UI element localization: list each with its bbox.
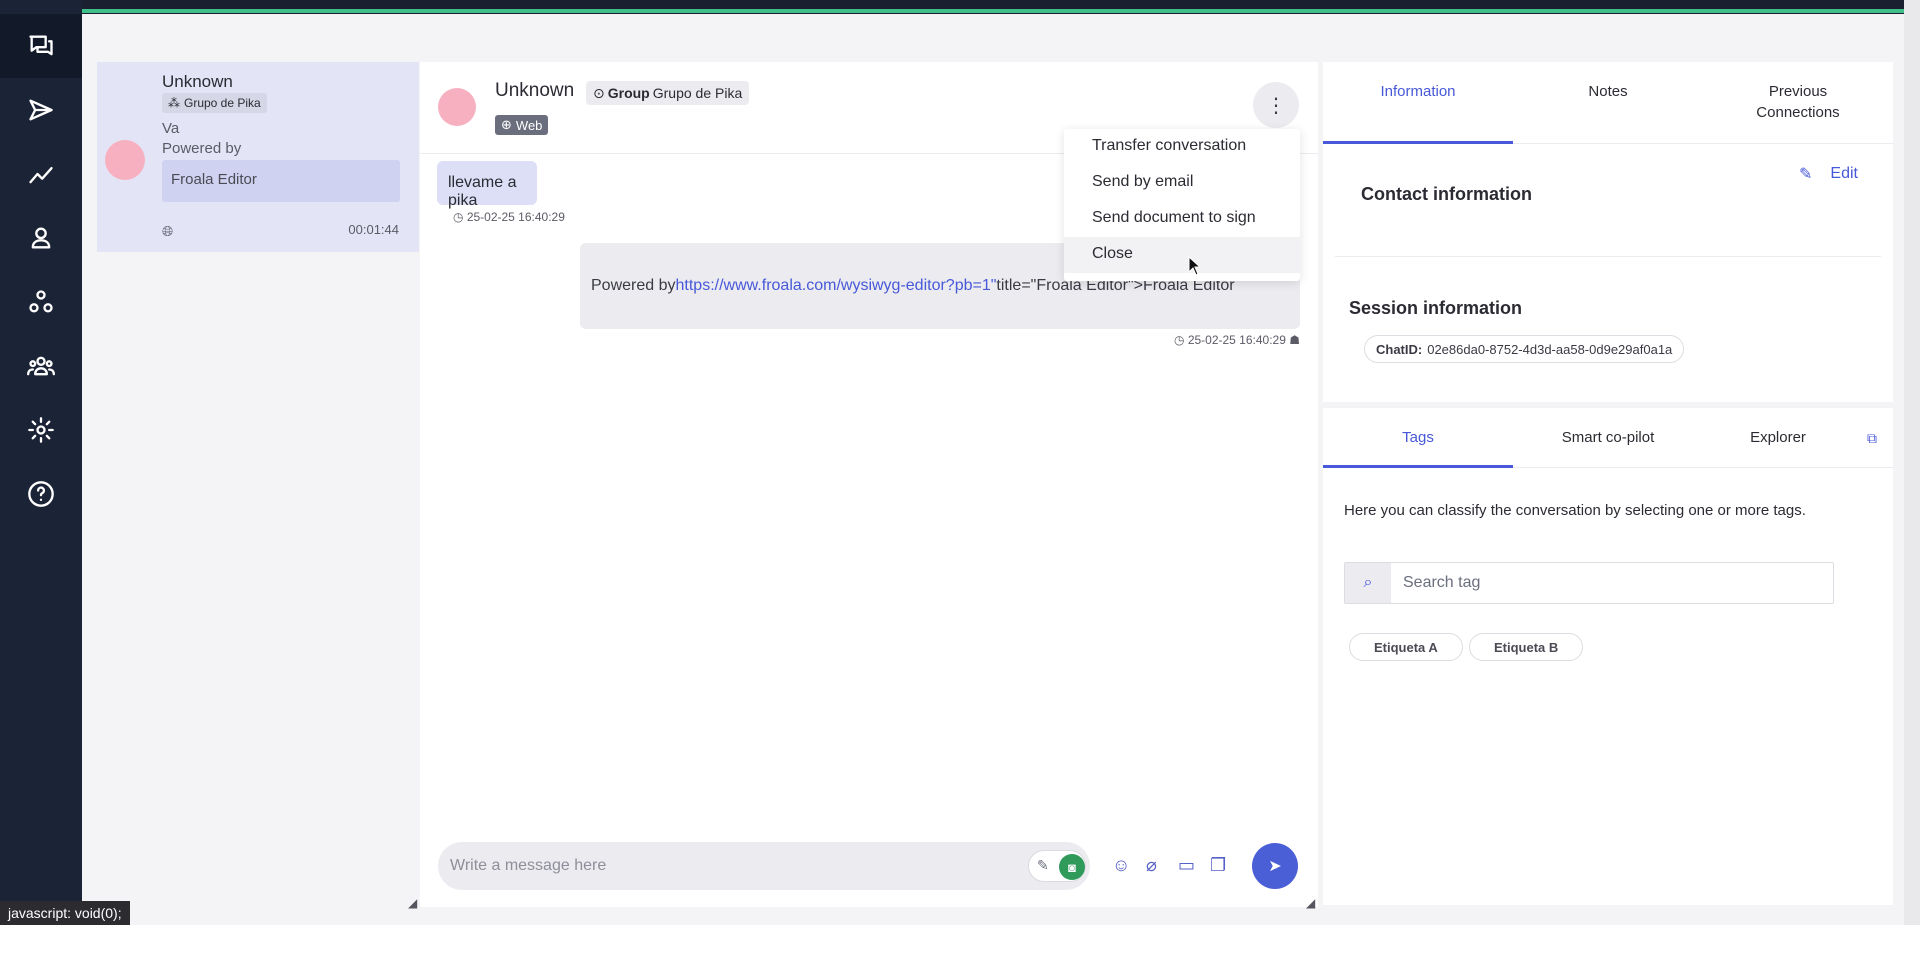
top-accent-line bbox=[82, 9, 1904, 13]
tags-panel: Tags Smart co-pilot Explorer ⧉ Here you … bbox=[1323, 408, 1893, 905]
user-icon bbox=[31, 227, 51, 249]
sidebar-item-contacts[interactable] bbox=[0, 206, 82, 270]
globe-icon: 🌐︎ bbox=[162, 223, 174, 239]
clock-icon: ◷ bbox=[453, 210, 467, 224]
resize-handle-icon[interactable]: ◢ bbox=[1306, 896, 1315, 910]
chat-id-badge: ChatID: 02e86da0-8752-4d3d-aa58-0d9e29af… bbox=[1364, 335, 1685, 363]
emoji-icon[interactable]: ☺ bbox=[1112, 855, 1130, 876]
templates-icon[interactable]: ❐ bbox=[1210, 855, 1226, 876]
group-badge-label: Group bbox=[607, 85, 650, 101]
message-link[interactable]: https://www.froala.com/wysiwyg-editor?pb… bbox=[676, 277, 997, 295]
contact-info-panel: Information Notes Previous Connections ✎… bbox=[1323, 62, 1893, 402]
mouse-cursor-icon bbox=[1188, 256, 1202, 276]
chat-id-value: 02e86da0-8752-4d3d-aa58-0d9e29af0a1a bbox=[1427, 341, 1673, 357]
group-badge: ⁂ Grupo de Pika bbox=[162, 93, 267, 113]
send-icon: ➤ bbox=[1268, 858, 1282, 875]
conversation-options-menu: Transfer conversation Send by email Send… bbox=[1064, 129, 1300, 281]
window-edge bbox=[1904, 0, 1920, 925]
tag-chip[interactable]: Etiqueta B bbox=[1469, 633, 1584, 661]
tag-search-input[interactable]: ⌕ Search tag bbox=[1344, 562, 1834, 604]
message-input[interactable]: Write a message here ✎ ◙ bbox=[438, 842, 1090, 890]
group-badge-label: Grupo de Pika bbox=[184, 96, 261, 110]
info-tabs: Information Notes Previous Connections bbox=[1323, 62, 1893, 144]
contact-info-title: Contact information bbox=[1361, 184, 1532, 204]
feather-icon: ✎ bbox=[1037, 857, 1049, 873]
tab-explorer[interactable]: Explorer bbox=[1703, 408, 1853, 468]
channel-badge: ⊕ Web bbox=[495, 115, 549, 135]
team-icon bbox=[27, 356, 55, 376]
chat-id-label: ChatID: bbox=[1376, 341, 1423, 357]
video-icon[interactable]: ▭ bbox=[1178, 855, 1195, 876]
sidebar-item-send[interactable] bbox=[0, 78, 82, 142]
status-tooltip: javascript: void(0); bbox=[0, 901, 130, 925]
conversation-preview-line: Powered by bbox=[162, 140, 242, 157]
menu-item-send-email[interactable]: Send by email bbox=[1064, 165, 1300, 201]
sidebar-item-team[interactable] bbox=[0, 334, 82, 398]
conversation-name: Unknown bbox=[162, 72, 233, 91]
divider bbox=[1335, 256, 1881, 257]
group-badge: ⊙ Group Grupo de Pika bbox=[586, 81, 750, 105]
message-timestamp-text: 25-02-25 16:40:29 bbox=[1187, 333, 1286, 347]
message-incoming: llevame a pika bbox=[437, 161, 537, 209]
bot-icon: ◙ bbox=[1059, 854, 1085, 880]
send-message-button[interactable]: ➤ bbox=[1252, 843, 1298, 889]
bot-icon: ☗ bbox=[1285, 333, 1300, 347]
pencil-icon: ✎ bbox=[1799, 166, 1813, 183]
conversations-icon bbox=[29, 35, 53, 56]
group-badge-value: Grupo de Pika bbox=[652, 85, 743, 101]
tab-information[interactable]: Information bbox=[1323, 62, 1513, 144]
message-timestamp: ◷ 25-02-25 16:40:29 ☗ bbox=[1174, 333, 1300, 347]
group-link-icon: ⊙ bbox=[593, 84, 605, 101]
resize-handle-icon[interactable]: ◢ bbox=[408, 896, 417, 910]
contact-name: Unknown bbox=[495, 80, 575, 101]
tool-tabs: Tags Smart co-pilot Explorer ⧉ bbox=[1323, 408, 1893, 468]
tab-previous-connections[interactable]: Previous Connections bbox=[1703, 62, 1893, 144]
edit-button[interactable]: ✎ Edit bbox=[1799, 164, 1858, 184]
send-icon bbox=[29, 99, 53, 121]
tag-chip[interactable]: Etiqueta A bbox=[1349, 633, 1463, 661]
conversation-preview-box: Froala Editor bbox=[162, 160, 400, 202]
bot-toggle[interactable]: ✎ ◙ bbox=[1028, 850, 1086, 882]
kebab-icon: ⋮ bbox=[1266, 94, 1286, 117]
tab-tags[interactable]: Tags bbox=[1323, 408, 1513, 468]
sidebar-item-groups[interactable] bbox=[0, 270, 82, 334]
more-options-button[interactable]: ⋮ bbox=[1253, 82, 1299, 128]
help-icon bbox=[28, 481, 54, 507]
tab-smart-copilot[interactable]: Smart co-pilot bbox=[1513, 408, 1703, 468]
avatar bbox=[105, 140, 145, 180]
globe-icon: ⊕ bbox=[501, 117, 512, 132]
groups-icon bbox=[29, 290, 53, 313]
list-item[interactable]: Unknown ⁂ Grupo de Pika Va Powered by Fr… bbox=[97, 62, 419, 252]
tag-search-placeholder: Search tag bbox=[1403, 574, 1481, 591]
analytics-icon bbox=[29, 167, 53, 184]
tab-notes[interactable]: Notes bbox=[1513, 62, 1703, 144]
menu-item-transfer[interactable]: Transfer conversation bbox=[1064, 129, 1300, 165]
expand-icon[interactable]: ⧉ bbox=[1867, 430, 1877, 447]
message-timestamp: ◷ 25-02-25 16:40:29 bbox=[453, 210, 565, 224]
app-window: Unknown ⁂ Grupo de Pika Va Powered by Fr… bbox=[0, 0, 1904, 925]
sidebar-item-analytics[interactable] bbox=[0, 142, 82, 206]
edit-button-label: Edit bbox=[1830, 165, 1858, 182]
menu-item-send-document[interactable]: Send document to sign bbox=[1064, 201, 1300, 237]
sidebar-item-help[interactable] bbox=[0, 462, 82, 526]
conversation-time: 00:01:44 bbox=[348, 222, 399, 237]
settings-icon bbox=[28, 417, 54, 443]
conversation-list: Unknown ⁂ Grupo de Pika Va Powered by Fr… bbox=[97, 62, 419, 925]
channel-badge-label: Web bbox=[515, 117, 543, 133]
sidebar-item-settings[interactable] bbox=[0, 398, 82, 462]
attachment-icon[interactable]: ⌀ bbox=[1146, 855, 1157, 876]
groups-icon: ⁂ bbox=[168, 96, 180, 110]
menu-item-close[interactable]: Close bbox=[1064, 237, 1300, 273]
message-timestamp-text: 25-02-25 16:40:29 bbox=[466, 210, 565, 224]
avatar bbox=[438, 88, 476, 126]
clock-icon: ◷ bbox=[1174, 333, 1188, 347]
sidebar bbox=[0, 0, 82, 925]
sidebar-item-conversations[interactable] bbox=[0, 14, 82, 78]
tags-help-text: Here you can classify the conversation b… bbox=[1344, 502, 1806, 519]
search-icon: ⌕ bbox=[1345, 563, 1391, 603]
message-text: Powered by bbox=[591, 277, 676, 294]
conversation-preview-line: Va bbox=[162, 120, 180, 137]
session-info-title: Session information bbox=[1349, 298, 1523, 318]
message-input-placeholder: Write a message here bbox=[450, 857, 607, 874]
